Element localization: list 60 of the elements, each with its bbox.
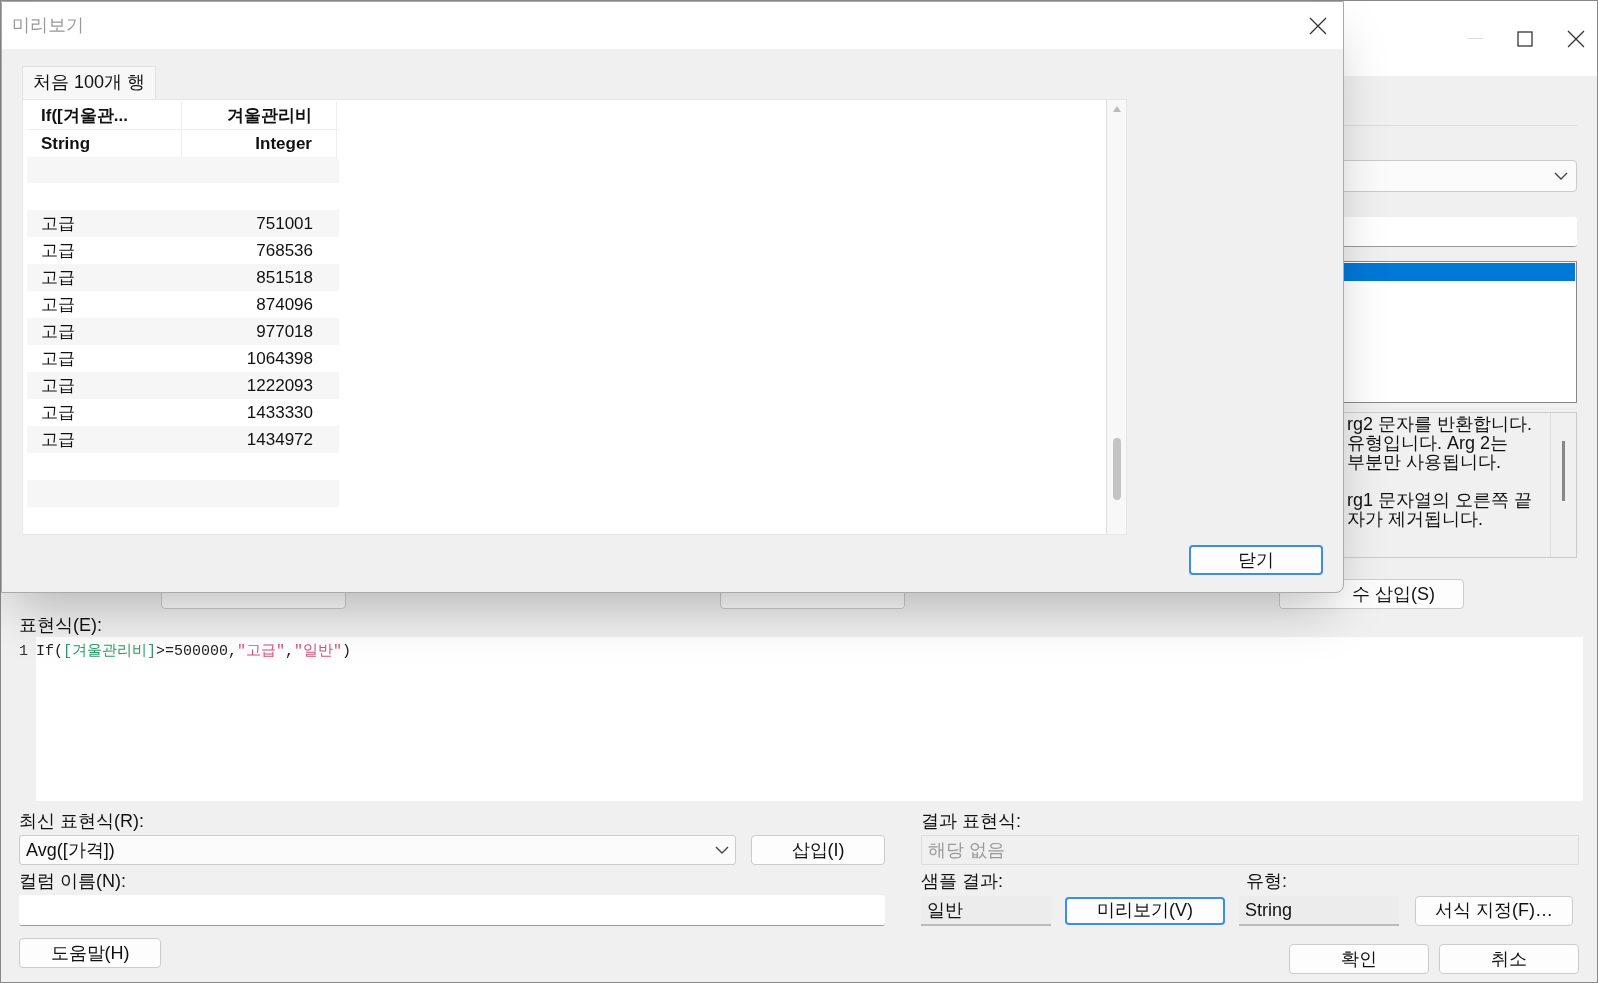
- table-cell-text: 1434972: [245, 429, 314, 452]
- sample-result-label: 샘플 결과:: [921, 870, 1004, 893]
- column-name-field[interactable]: [19, 895, 885, 926]
- help-button[interactable]: 도움말(H): [19, 938, 161, 968]
- close-icon[interactable]: [1567, 29, 1585, 48]
- chevron-down-icon: [1554, 171, 1568, 181]
- scrollbar[interactable]: [1106, 100, 1126, 534]
- description-text: 유형입니다. Arg 2는: [1347, 434, 1510, 453]
- description-text: 자가 제거됩니다.: [1347, 510, 1484, 529]
- table-cell-text: 고급: [40, 429, 76, 452]
- table-cell-text: 고급: [40, 321, 76, 344]
- table-cell-text: 1064398: [245, 348, 314, 371]
- table-cell-text: 고급: [40, 240, 76, 263]
- line-number: 1: [18, 642, 29, 662]
- insert-button[interactable]: 삽입(I): [751, 835, 885, 865]
- column-header: 겨울관리비: [182, 102, 337, 129]
- expression-label: 표현식(E):: [19, 614, 103, 637]
- scrollbar-thumb[interactable]: [1112, 438, 1121, 500]
- close-button[interactable]: 닫기: [1189, 545, 1323, 575]
- table-cell-text: 874096: [255, 294, 314, 317]
- table-cell-text: 고급: [40, 213, 76, 236]
- format-button[interactable]: 서식 지정(F)…: [1415, 895, 1573, 926]
- column-type: String: [27, 129, 182, 157]
- combo-box[interactable]: Avg([가격]): [19, 835, 736, 865]
- type-label: 유형:: [1246, 870, 1287, 893]
- table-cell-text: 1433330: [245, 402, 314, 425]
- table-cell-text: 고급: [40, 267, 76, 290]
- code-line: If([겨울관리비]>=500000,"고급","일반"): [36, 642, 353, 662]
- table-cell-text: 고급: [40, 375, 76, 398]
- scrollbar-thumb[interactable]: [1562, 441, 1565, 501]
- table-cell-text: 고급: [40, 402, 76, 425]
- table-cell-text: 977018: [255, 321, 314, 344]
- table-cell-text: 768536: [255, 240, 314, 263]
- description-text: rg2 문자를 반환합니다.: [1347, 415, 1534, 434]
- table-cell-text: 1222093: [245, 375, 314, 398]
- tab[interactable]: 처음 100개 행: [22, 66, 157, 99]
- recent-expression-label: 최신 표현식(R):: [19, 810, 145, 833]
- table-cell-text: 751001: [255, 213, 314, 236]
- sample-result-field: 일반: [921, 895, 1051, 926]
- table-cell-text: 고급: [40, 294, 76, 317]
- dialog-title: 미리보기: [12, 14, 84, 37]
- preview-button[interactable]: 미리보기(V): [1065, 896, 1225, 925]
- maximize-icon[interactable]: [1517, 30, 1533, 47]
- table-cell-text: 고급: [40, 348, 76, 371]
- description-text: rg1 문자열의 오른쪽 끝: [1347, 491, 1534, 510]
- cancel-button[interactable]: 취소: [1439, 944, 1579, 974]
- chevron-down-icon: [715, 845, 729, 855]
- type-field: String: [1239, 895, 1399, 926]
- scroll-up-icon[interactable]: [1112, 106, 1121, 112]
- close-icon[interactable]: [1309, 16, 1327, 35]
- column-name-label: 컬럼 이름(N):: [19, 870, 127, 893]
- description-text: 부분만 사용됩니다.: [1347, 453, 1502, 472]
- ok-button[interactable]: 확인: [1289, 944, 1429, 974]
- column-header: If([겨울관...: [27, 102, 182, 129]
- result-expression-label: 결과 표현식:: [921, 810, 1022, 833]
- column-type: Integer: [182, 129, 337, 157]
- code-editor[interactable]: If([겨울관리비]>=500000,"고급","일반"): [36, 637, 1583, 801]
- combo-value: Avg([가격]): [26, 838, 115, 862]
- result-field: 해당 없음: [921, 835, 1579, 865]
- table-cell-text: 851518: [255, 267, 314, 290]
